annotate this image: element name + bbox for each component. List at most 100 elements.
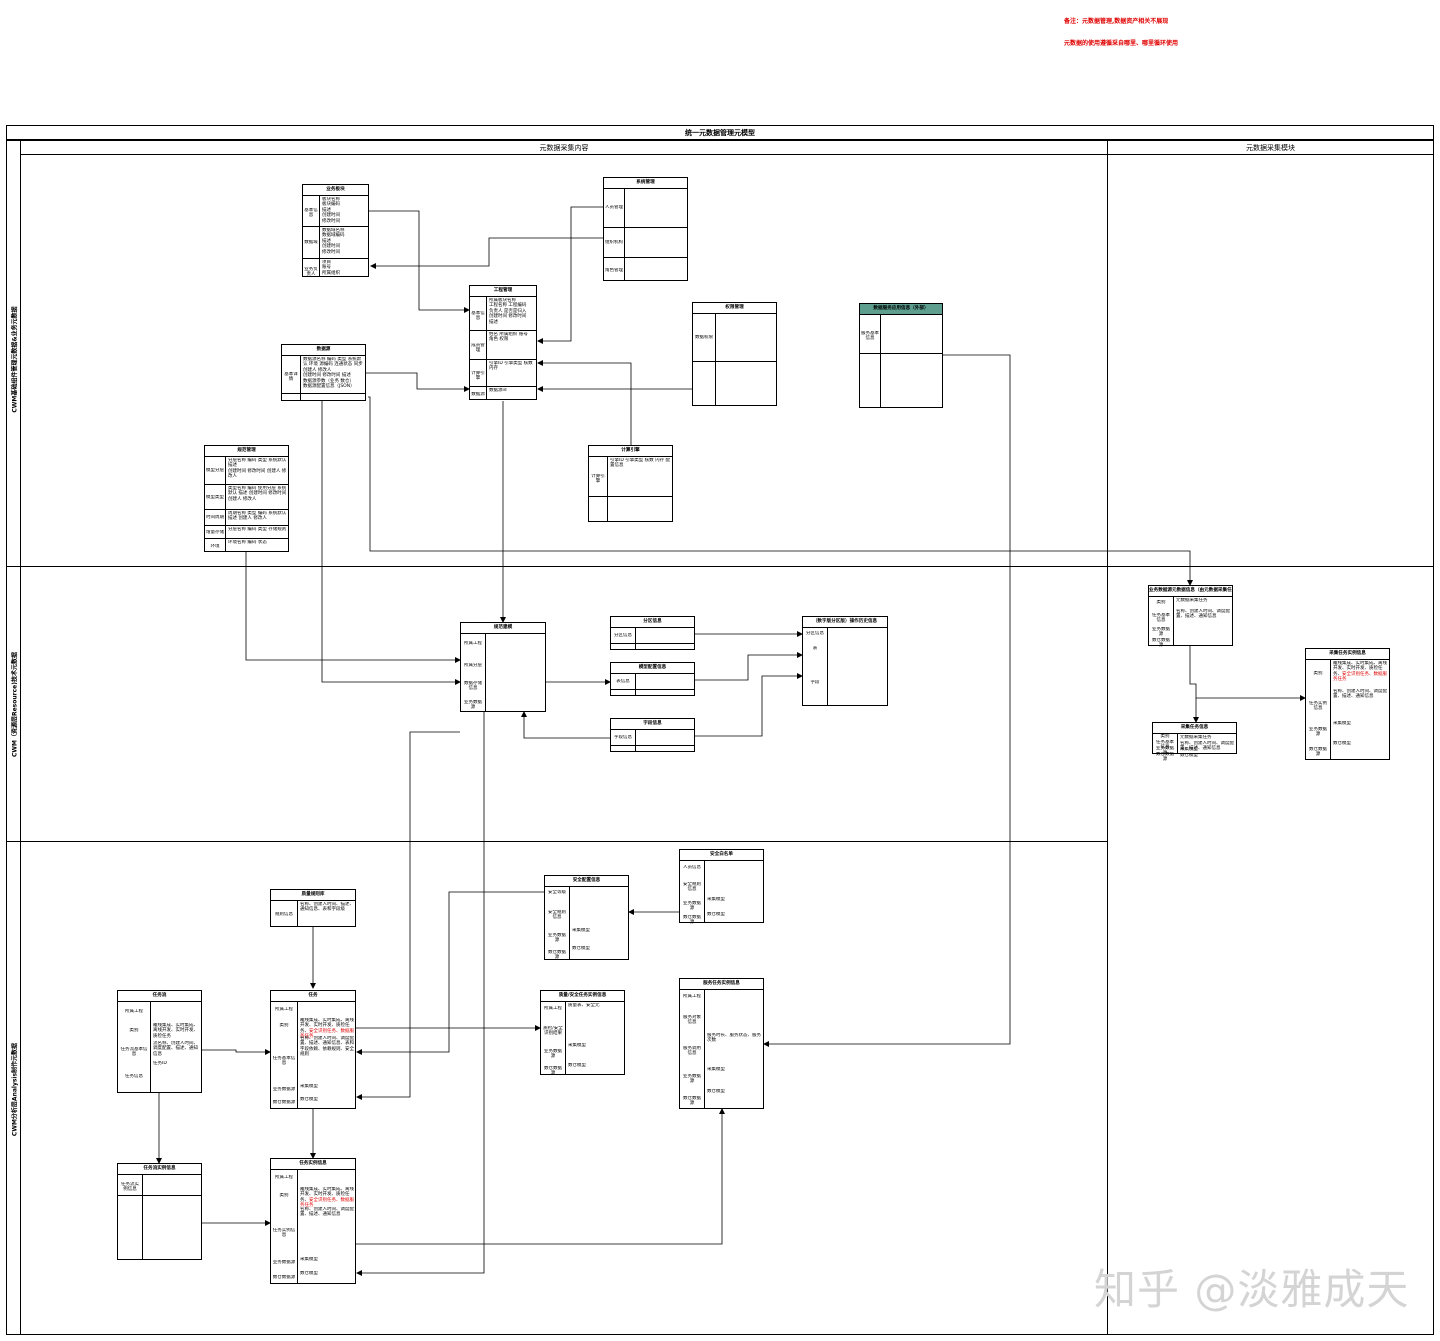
row-key: 业务数据源 [1309,727,1327,738]
wire-field-to-history [695,673,803,737]
row-key: 数据权限 [695,335,713,340]
row-value-text: 采集模型 [707,1067,725,1072]
entity-row: 数仓数据源 数仓模型 [545,945,628,961]
entity-row: 组织机构 [604,227,687,257]
entity-row: 所属工程 [271,1170,355,1186]
entity-title: 采集任务实例信息 [1306,649,1389,660]
row-value-text: 类型名称 编码 使用分层 系统默认 描述 创建时间 修改时间 创建人 修改人 [228,486,287,502]
entity-row: 类别 離线集成、实时集成、离线开发、实时开发、质检任务、安全识别任务、数据服务任务 [1306,660,1389,688]
wire-engine-to-project [537,360,632,445]
entity-title: 规范管理 [205,446,288,457]
entity-title: 字段信息 [611,719,694,730]
row-value-text: 数据源名称 编码 类型 系统默认 环境 源编码 连通状态 同步 创建人 修改人 … [303,357,363,390]
row-value: 数仓模型 [568,1063,623,1068]
row-value: 项目 账号 所属组织 [322,260,367,276]
row-key: 基本信息 [304,208,318,219]
entity-row: 所属工程 [680,990,763,1004]
entity-row: 业务数据源 采集模型 [1306,720,1389,740]
row-key: 服务对象信息 [683,1015,701,1026]
row-key: 数仓数据源 [1152,638,1170,649]
entity-title: 模型配置信息 [611,663,694,674]
row-value-text: 名称、创建人时间、调度配置、描述、通知信息 [1333,689,1387,700]
entity-title: 规范建模 [461,623,545,634]
row-key: 数据源 [471,392,485,397]
row-key: 任务实例信息 [272,1228,296,1239]
entity-row: 类别 元数据采集任务 [1149,597,1232,608]
row-value-text: 环境名称 编码 状态 [228,540,267,545]
entity-row: 计算引擎 引擎ID 引擎类型 核数 内存 配置信息 [589,457,672,496]
entity-row: 任务信息 任务ID [118,1060,201,1094]
entity-row: 字段信息 [611,730,694,745]
entity-row: 增量存储 分层名称 编码 类型 存储规则 [205,525,288,538]
entity-title: 数据源 [282,345,365,356]
entity-row: 时间周期 周期名称 类型 编码 系统默认 描述 创建人 修改人 [205,509,288,525]
entity-row: 安全规则信息 [680,874,763,896]
row-value-text: 名称、创建人时间、调度配置、描述、通知信息 [1176,609,1230,620]
entity-row: 数据权限 [693,314,776,361]
row-value-text: 项目 账号 所属组织 [322,260,340,276]
wire-spec-to-model [245,552,461,663]
entity-row: 计算引擎 引擎ID 引擎类型 核数 内存 [470,359,536,386]
row-value: 采集模型 [707,1067,762,1072]
row-key: 字段 [810,680,820,685]
row-value-text: 引擎ID 引擎类型 核数 内存 [489,361,533,372]
wire-taskinst-to-service [356,1108,725,1245]
entity-quality-task-inst: 质量/安全任务实例信息 所属工程 质量表、安全元 质检/安全识别结果 业务数据源 采集模型… [540,990,625,1077]
row-value-text: 数据域名称 数据域编码 描述 创建时间 修改时间 [322,228,345,255]
entity-row: 环境 环境名称 编码 状态 [205,538,288,554]
row-value-text: 数仓模型 [707,1089,725,1094]
entity-title: 数据服务应用信息（外部） [860,304,942,315]
row-value-text: 元数据采集任务 [1176,598,1208,603]
entity-permission-mgmt: 权限管理 数据权限 [692,302,777,406]
watermark: 知乎 @淡雅成天 [1094,1265,1410,1314]
row-value: 数仓模型 [1180,753,1235,758]
row-value-text: 数仓模型 [1333,741,1351,746]
entity-title: 权限管理 [693,303,776,314]
entity-title: 计算引擎 [589,446,672,457]
row-value-text: 引擎ID 引擎类型 核数 内存 配置信息 [610,458,671,469]
row-key: 任务基本信息 [1152,613,1170,624]
entity-title: 系统管理 [604,178,687,189]
row-value-text: 離线集成、实时集成、离线开发、实时开发、质检任务 [153,1023,198,1039]
row-key: 所属工程 [683,994,701,999]
entity-row: 数据源 数据源id [470,386,536,401]
row-value: 元数据采集任务 [1176,598,1231,603]
row-key: 人员管理 [605,205,623,210]
row-key: 任务信息 [125,1074,143,1079]
entity-data-service-ext: 数据服务应用信息（外部） 服务基本信息 [859,303,943,408]
entity-row: 业务数据源 采集模型 [271,1083,355,1096]
entity-row: 人员管理 [604,189,687,227]
row-value-text: 名称、创建人时间、调度配置、描述、通知信息 [300,1207,354,1218]
row-key: 所属工程 [464,641,482,646]
row-value: 数据域名称 数据域编码 描述 创建时间 修改时间 [322,228,367,255]
wire-flow-to-task [202,1049,271,1055]
entity-row: 数仓数据源 数仓模型 [271,1270,355,1285]
entity-title: 采集任务信息 [1153,723,1236,734]
row-key: 人员信息 [683,865,701,870]
row-value: 数仓模型 [1333,741,1388,746]
entity-row: 人员信息 [680,861,763,874]
row-key: 业务数据源 [544,1049,562,1060]
row-key: 数仓数据源 [548,950,566,961]
row-key: 类别 [1156,600,1166,605]
row-value-text: 名称、创建人时间、调度配置、描述、通知信息、表和字段依赖、依赖规则、安全规则 [300,1036,354,1058]
entity-spec-model: 规范建模 所属工程 所属分层 数据存储信息 业务数据源 [460,622,546,712]
row-key: 类别 [129,1028,139,1033]
entity-row: 数据存储信息 [461,677,545,691]
row-value-text: 采集模型 [300,1257,318,1262]
entity-row: 数仓数据源 数仓模型 [541,1062,624,1077]
row-key: 类别 [279,1023,289,1028]
row-key: 数仓数据源 [544,1066,562,1077]
row-value: 数据源id [489,388,535,393]
entity-spec-mgmt: 规范管理 模型分层 分层名称 编码 类型 系统默认 描述 创建时间 修改时间 创建人… [204,445,289,552]
entity-row: 数仓数据源 数仓模型 [680,911,763,925]
row-value: 引擎ID 引擎类型 核数 内存 [489,361,535,372]
entity-security-config: 安全配置信息 安全等级 安全规则信息 业务数据源 采集模型 数仓数据源 数仓模型 [544,875,629,960]
wire-field-to-model [521,711,610,739]
row-key: 数仓数据源 [272,1275,296,1280]
entity-row: 模型类型 类型名称 编码 使用分层 系统默认 描述 创建时间 修改时间 创建人 修… [205,484,288,509]
row-value-text: 数仓模型 [707,912,725,917]
row-key: 时间周期 [206,515,224,520]
row-value: 环境名称 编码 状态 [228,540,287,545]
row-key: 类别 [1313,671,1323,676]
